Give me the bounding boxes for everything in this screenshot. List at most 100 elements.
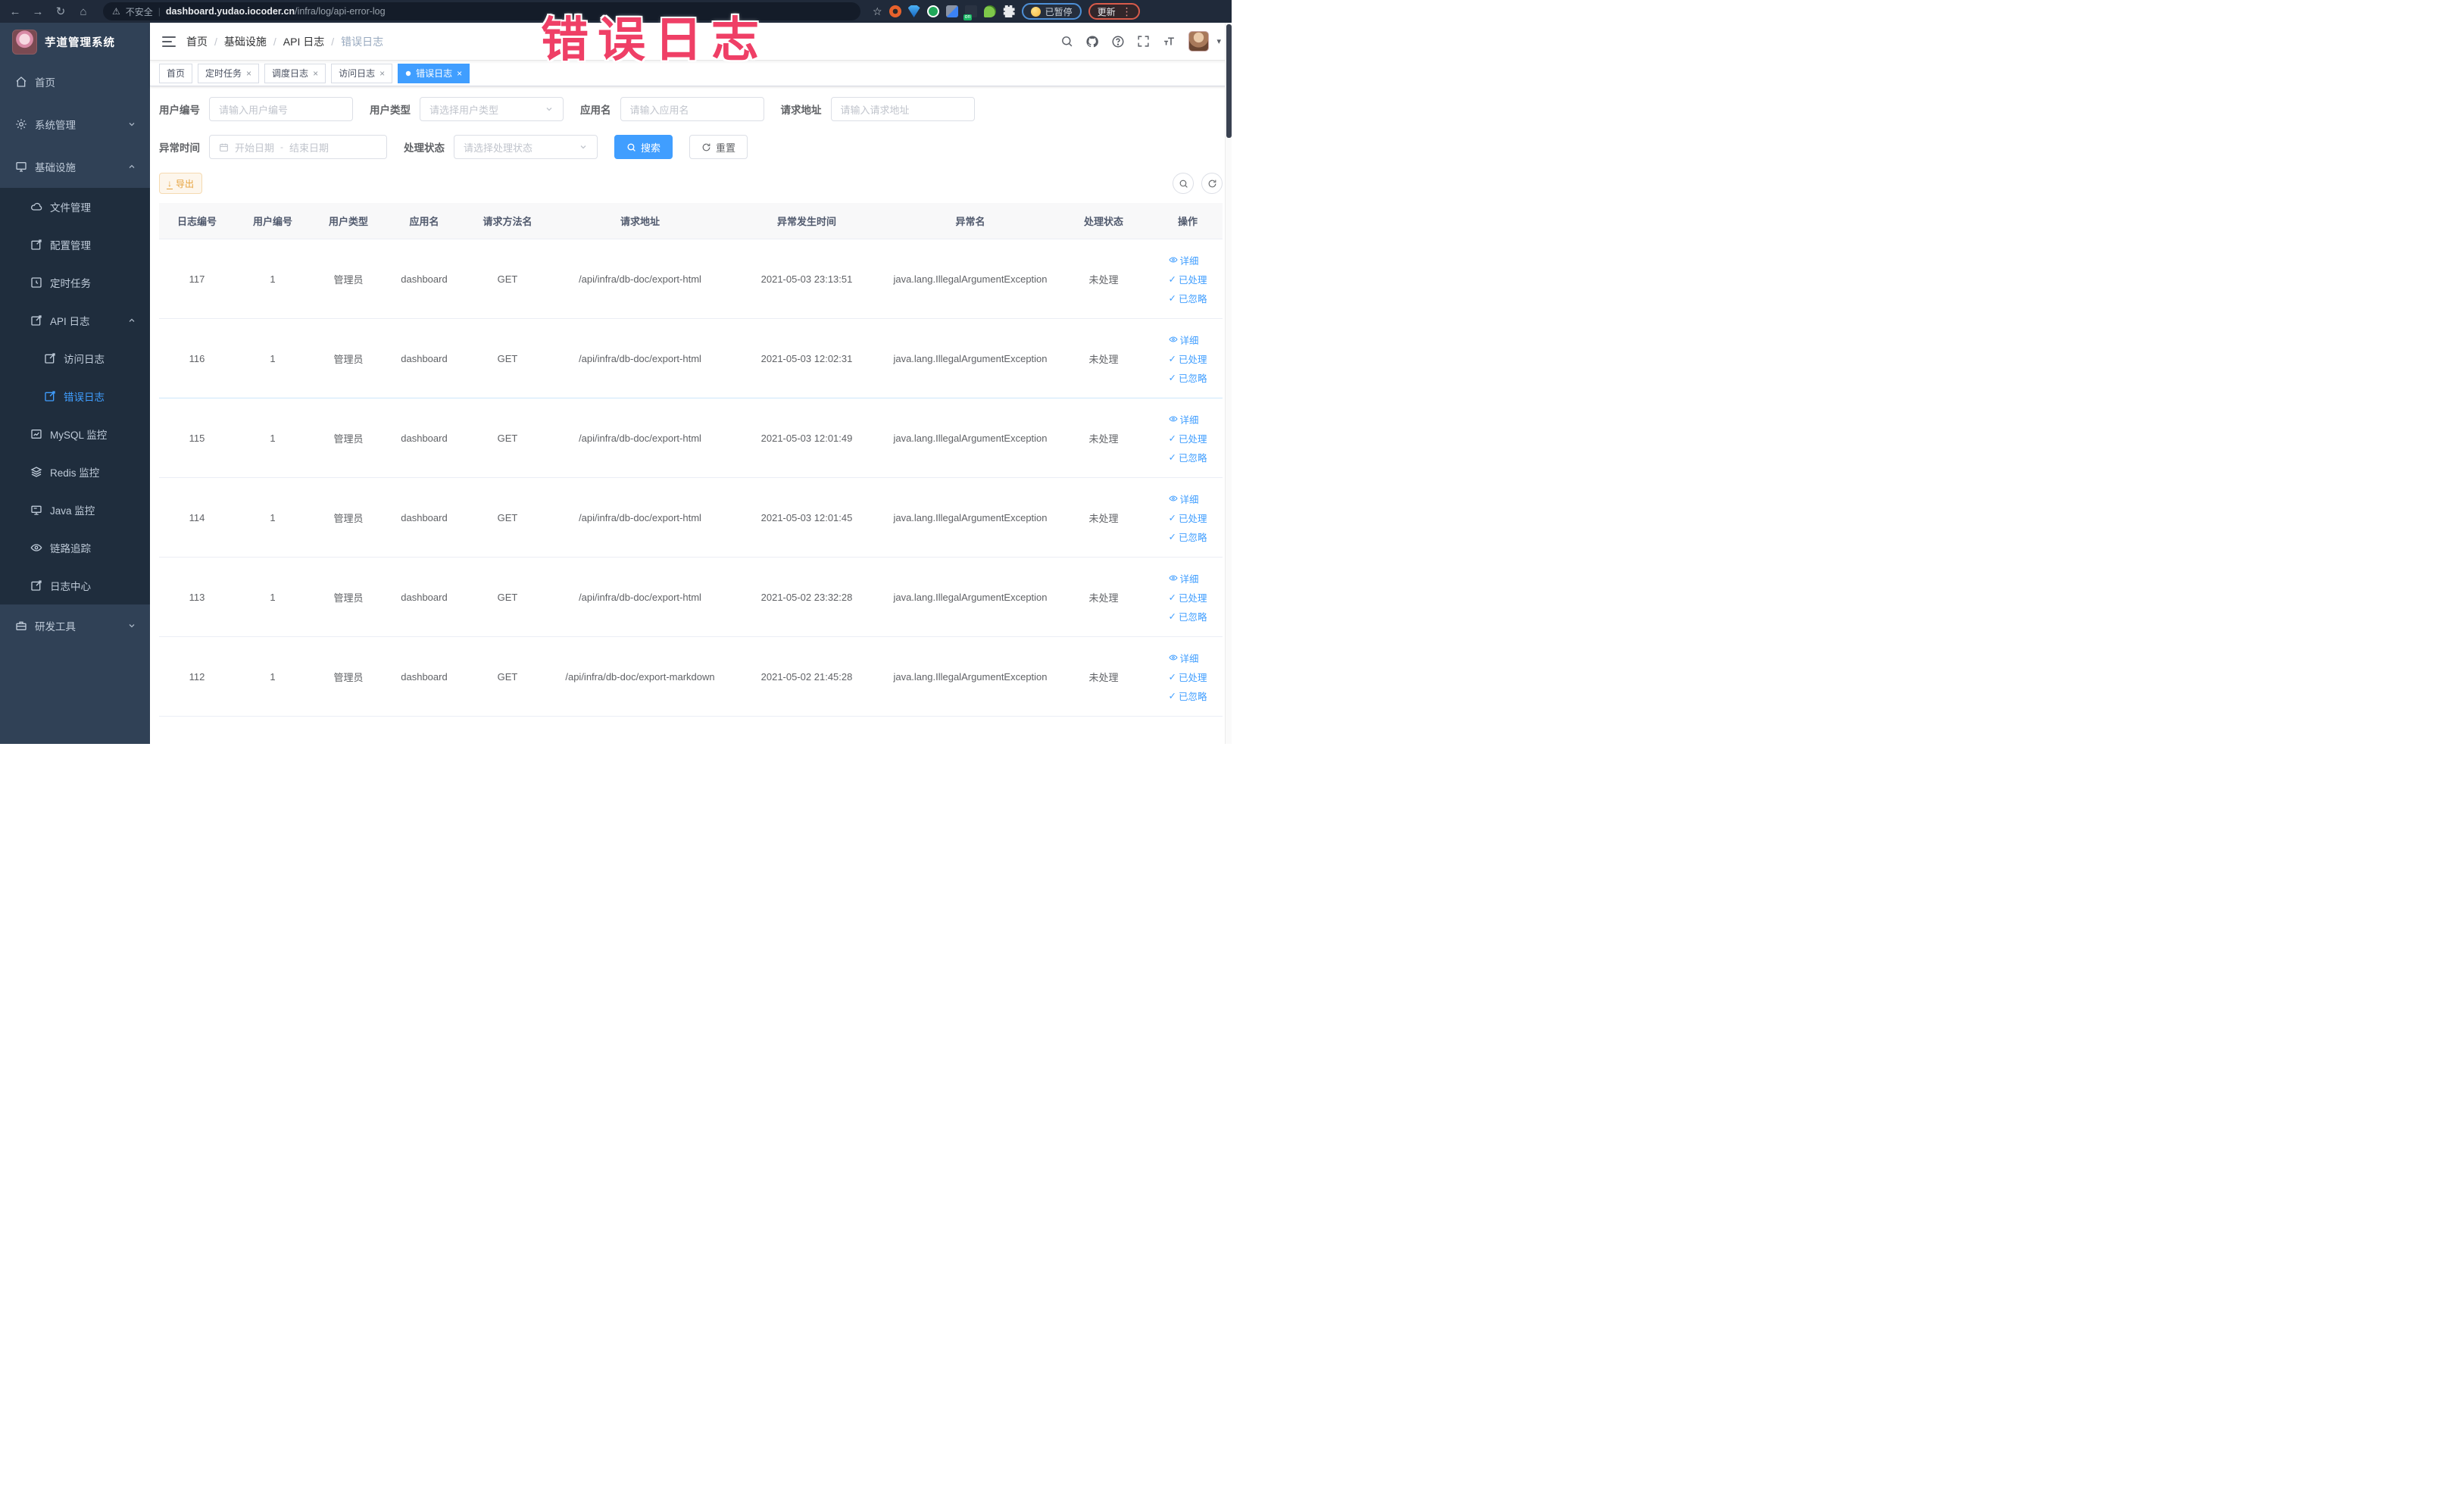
close-icon[interactable]: × xyxy=(246,69,251,78)
toggle-search-button[interactable] xyxy=(1173,173,1194,194)
mark-processed-link[interactable]: ✓ 已处理 xyxy=(1169,511,1207,525)
mark-processed-link[interactable]: ✓ 已处理 xyxy=(1169,670,1207,684)
close-icon[interactable]: × xyxy=(457,69,462,78)
table-row: 116 1 管理员 dashboard GET /api/infra/db-do… xyxy=(159,319,1223,398)
java-monitor-icon xyxy=(31,505,42,515)
sidebar-item-dev-tools[interactable]: 研发工具 xyxy=(0,604,150,647)
page-content: 用户编号 请输入用户编号 用户类型 请选择用户类型 应用名 请输入应用名 请求地… xyxy=(150,86,1232,744)
bookmark-star-icon[interactable]: ☆ xyxy=(873,5,882,18)
browser-forward-button[interactable]: → xyxy=(29,2,47,20)
search-icon[interactable] xyxy=(1060,35,1073,48)
mark-ignored-link[interactable]: ✓ 已忽略 xyxy=(1169,291,1207,305)
sidebar-item-tracing[interactable]: 链路追踪 xyxy=(0,529,150,567)
check-icon: ✓ xyxy=(1168,671,1176,683)
scrollbar-thumb[interactable] xyxy=(1226,24,1232,138)
user-avatar[interactable] xyxy=(1188,31,1210,52)
cell-user-id: 1 xyxy=(270,670,276,683)
extension-icon-6[interactable] xyxy=(983,5,996,17)
user-type-label: 用户类型 xyxy=(370,105,411,116)
cell-method: GET xyxy=(497,273,518,285)
breadcrumb-separator: / xyxy=(331,35,335,48)
user-id-input[interactable]: 请输入用户编号 xyxy=(209,97,353,121)
mark-ignored-link[interactable]: ✓ 已忽略 xyxy=(1169,530,1207,544)
browser-home-button[interactable]: ⌂ xyxy=(74,2,92,20)
sidebar-item-config-manage[interactable]: 配置管理 xyxy=(0,226,150,264)
process-status-select[interactable]: 请选择处理状态 xyxy=(454,135,598,159)
user-type-select[interactable]: 请选择用户类型 xyxy=(420,97,564,121)
address-bar[interactable]: ⚠ 不安全 | dashboard.yudao.iocoder.cn/infra… xyxy=(103,2,860,20)
sidebar-item-file-manage[interactable]: 文件管理 xyxy=(0,188,150,226)
request-url-input[interactable]: 请输入请求地址 xyxy=(830,97,975,121)
log-icon xyxy=(31,315,42,326)
extensions-puzzle-icon[interactable] xyxy=(1003,5,1015,17)
reset-button[interactable]: 重置 xyxy=(689,135,748,159)
sidebar-item-access-log[interactable]: 访问日志 xyxy=(0,339,150,377)
mark-processed-link[interactable]: ✓ 已处理 xyxy=(1169,272,1207,286)
refresh-table-button[interactable] xyxy=(1201,173,1223,194)
extension-icon-3[interactable] xyxy=(926,5,939,17)
browser-back-button[interactable]: ← xyxy=(6,2,24,20)
app-logo xyxy=(12,29,37,55)
cell-log-id: 115 xyxy=(189,432,205,444)
sidebar-item-java-monitor[interactable]: Java 监控 xyxy=(0,491,150,529)
check-icon: ✓ xyxy=(1168,592,1176,603)
kebab-menu-icon[interactable]: ⋮ xyxy=(1122,5,1132,18)
tab-error-log[interactable]: 错误日志 × xyxy=(398,63,470,83)
tab-access-log[interactable]: 访问日志 × xyxy=(331,63,393,83)
mark-ignored-link[interactable]: ✓ 已忽略 xyxy=(1169,609,1207,623)
breadcrumb-home[interactable]: 首页 xyxy=(186,34,208,49)
tab-schedule-log[interactable]: 调度日志 × xyxy=(264,63,326,83)
cell-request-url: /api/infra/db-doc/export-markdown xyxy=(565,670,715,683)
page-scrollbar xyxy=(1225,23,1232,744)
sidebar-item-redis-monitor[interactable]: Redis 监控 xyxy=(0,453,150,491)
app-logo-row[interactable]: 芋道管理系统 xyxy=(0,23,150,61)
sidebar-item-log-center[interactable]: 日志中心 xyxy=(0,567,150,604)
font-size-icon[interactable] xyxy=(1162,35,1176,48)
sidebar-item-infra[interactable]: 基础设施 xyxy=(0,145,150,188)
search-button[interactable]: 搜索 xyxy=(614,135,673,159)
sidebar-item-home[interactable]: 首页 xyxy=(0,61,150,103)
fullscreen-icon[interactable] xyxy=(1137,35,1150,48)
sidebar-item-mysql-monitor[interactable]: MySQL 监控 xyxy=(0,415,150,453)
avatar-caret-icon[interactable]: ▾ xyxy=(1216,36,1221,46)
paused-badge[interactable]: 已暂停 xyxy=(1021,3,1082,20)
extension-icon-5[interactable] xyxy=(963,5,977,20)
detail-link[interactable]: 详细 xyxy=(1168,571,1199,586)
tab-home[interactable]: 首页 xyxy=(159,63,193,83)
hamburger-icon[interactable] xyxy=(162,36,176,47)
detail-link[interactable]: 详细 xyxy=(1168,333,1199,347)
browser-update-button[interactable]: 更新 ⋮ xyxy=(1088,3,1140,20)
mark-processed-link[interactable]: ✓ 已处理 xyxy=(1169,431,1207,445)
extension-icon-4[interactable] xyxy=(945,5,958,17)
mark-ignored-link[interactable]: ✓ 已忽略 xyxy=(1169,689,1207,703)
mark-processed-link[interactable]: ✓ 已处理 xyxy=(1169,590,1207,604)
extension-icon-1[interactable] xyxy=(888,5,901,17)
export-button[interactable]: ↓ 导出 xyxy=(159,173,203,194)
detail-link[interactable]: 详细 xyxy=(1168,253,1199,267)
sidebar-item-api-log[interactable]: API 日志 xyxy=(0,301,150,339)
chevron-down-icon xyxy=(580,145,586,149)
browser-reload-button[interactable]: ↻ xyxy=(52,2,70,20)
tab-scheduled-jobs[interactable]: 定时任务 × xyxy=(198,63,260,83)
date-range-picker[interactable]: 开始日期 - 结束日期 xyxy=(209,135,387,159)
sidebar-item-scheduled-jobs[interactable]: 定时任务 xyxy=(0,264,150,301)
mark-processed-link[interactable]: ✓ 已处理 xyxy=(1169,351,1207,366)
mark-ignored-link[interactable]: ✓ 已忽略 xyxy=(1169,450,1207,464)
mark-ignored-link[interactable]: ✓ 已忽略 xyxy=(1169,370,1207,385)
app-name-input[interactable]: 请输入应用名 xyxy=(620,97,764,121)
breadcrumb-infra[interactable]: 基础设施 xyxy=(224,34,267,49)
extension-icon-2[interactable] xyxy=(907,5,920,17)
breadcrumb: 首页 / 基础设施 / API 日志 / 错误日志 xyxy=(186,34,383,49)
cell-method: GET xyxy=(497,432,518,444)
breadcrumb-api-log[interactable]: API 日志 xyxy=(283,34,324,49)
cell-request-url: /api/infra/db-doc/export-html xyxy=(579,511,701,523)
close-icon[interactable]: × xyxy=(379,69,385,78)
sidebar-item-error-log[interactable]: 错误日志 xyxy=(0,377,150,415)
detail-link[interactable]: 详细 xyxy=(1168,651,1199,665)
detail-link[interactable]: 详细 xyxy=(1168,412,1199,426)
github-icon[interactable] xyxy=(1085,35,1099,48)
close-icon[interactable]: × xyxy=(313,69,318,78)
help-icon[interactable] xyxy=(1111,35,1125,48)
sidebar-item-system[interactable]: 系统管理 xyxy=(0,103,150,145)
detail-link[interactable]: 详细 xyxy=(1168,492,1199,506)
